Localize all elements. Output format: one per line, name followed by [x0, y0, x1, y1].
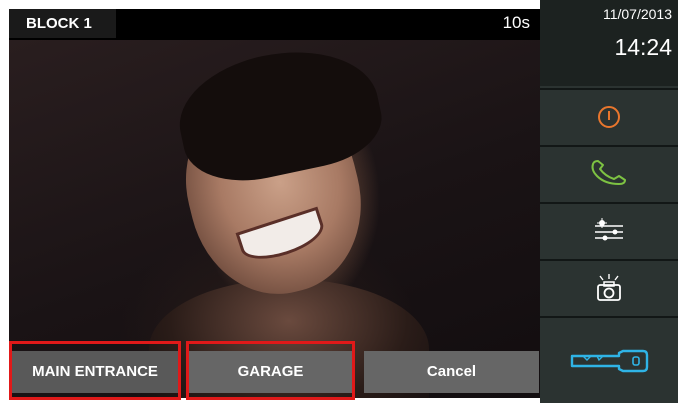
main-entrance-button[interactable]: MAIN ENTRANCE	[12, 351, 178, 393]
camera-button[interactable]	[540, 259, 678, 314]
settings-button[interactable]	[540, 202, 678, 257]
power-icon	[598, 105, 620, 128]
door-open-button[interactable]	[540, 316, 678, 403]
clock-panel: 11/07/2013 14:24	[540, 0, 678, 86]
cancel-button[interactable]: Cancel	[364, 351, 539, 393]
key-icon	[570, 349, 649, 372]
intercom-screen: BLOCK 1 10s MAIN ENTRANCE GARAGE Cancel …	[0, 0, 678, 403]
garage-button[interactable]: GARAGE	[189, 351, 352, 393]
visitor-hair	[168, 34, 390, 194]
sliders-icon	[595, 217, 623, 240]
date-display: 11/07/2013	[602, 6, 672, 22]
block-label: BLOCK 1	[9, 9, 116, 38]
call-button[interactable]	[540, 145, 678, 200]
time-display: 14:24	[614, 34, 672, 60]
phone-icon	[591, 159, 626, 185]
call-timer: 10s	[502, 13, 530, 32]
video-feed	[9, 9, 540, 398]
camera-icon	[597, 273, 621, 301]
sidebar: 11/07/2013 14:24	[540, 0, 678, 403]
power-button[interactable]	[540, 88, 678, 143]
